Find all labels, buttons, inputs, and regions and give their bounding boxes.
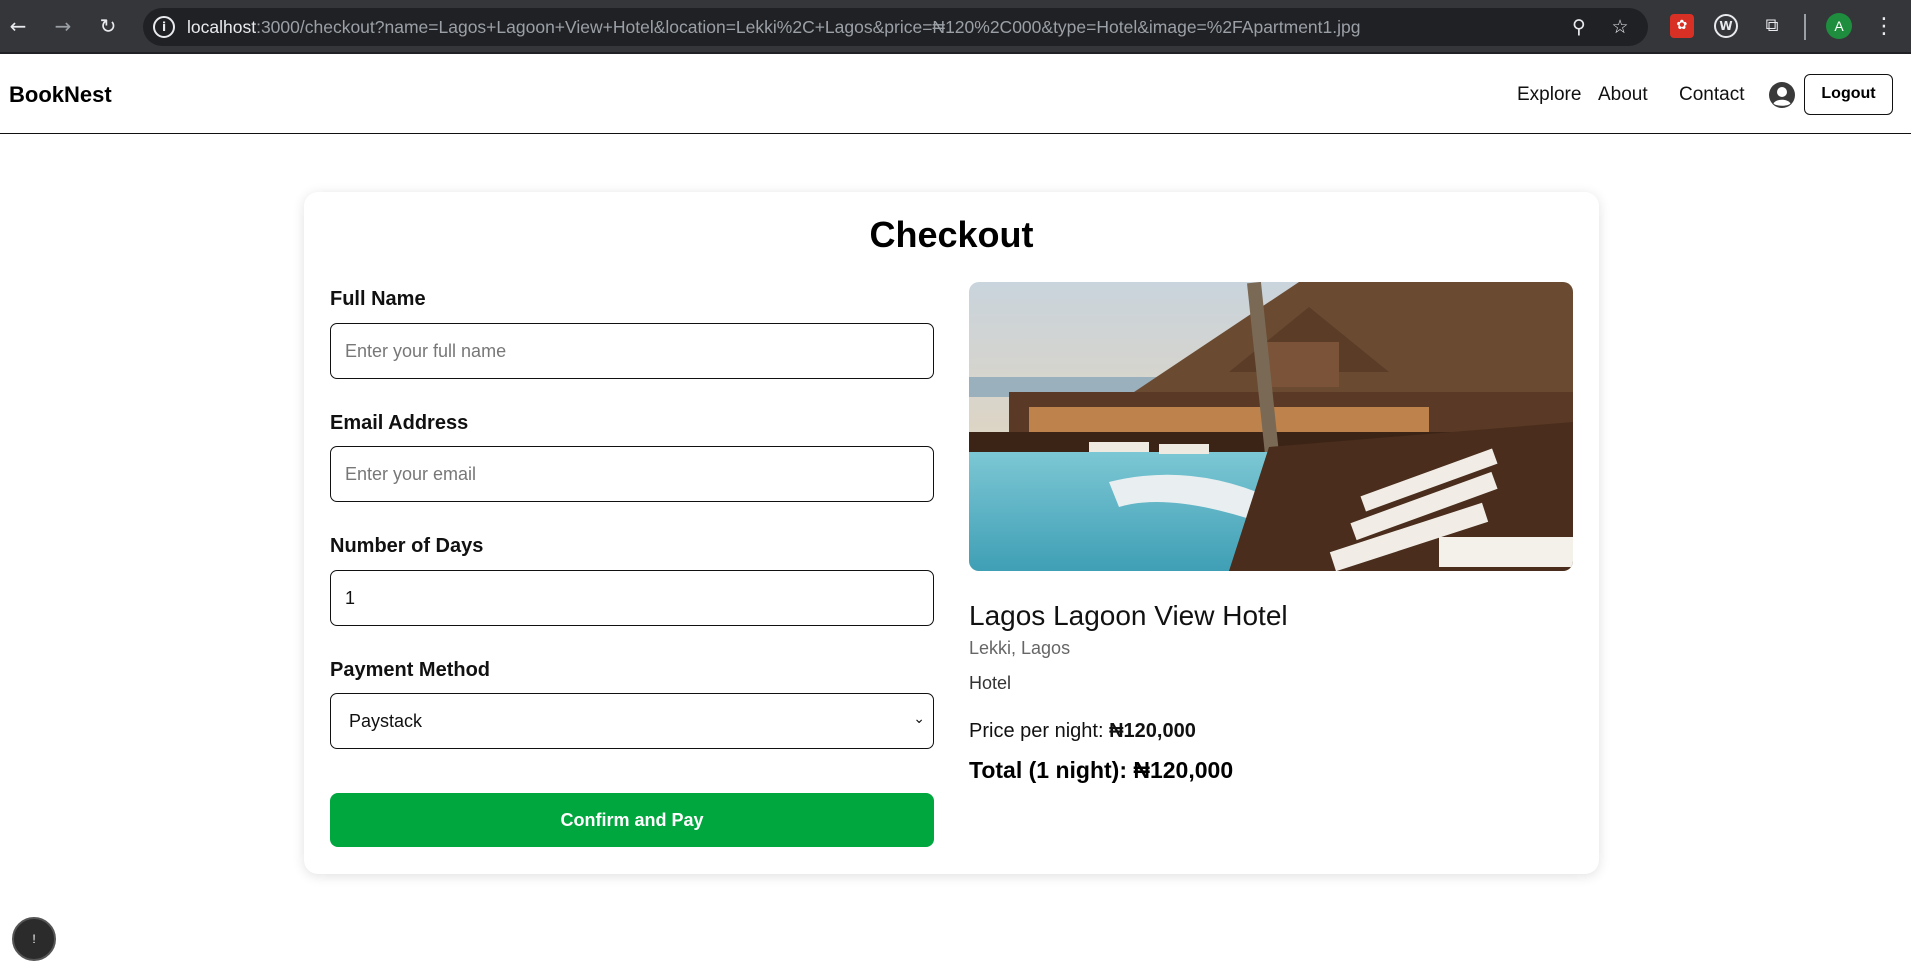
back-icon[interactable]: ← (6, 14, 30, 38)
puzzle-icon[interactable]: ⧉ (1760, 14, 1784, 38)
full-name-label: Full Name (330, 288, 426, 310)
nav-explore[interactable]: Explore (1517, 84, 1581, 106)
browser-toolbar: ← → ↻ i localhost:3000/checkout?name=Lag… (0, 0, 1911, 54)
toolbar-separator (1804, 14, 1806, 40)
email-label: Email Address (330, 412, 469, 434)
forward-icon[interactable]: → (51, 14, 75, 38)
nav-contact[interactable]: Contact (1679, 84, 1744, 106)
logout-button[interactable]: Logout (1804, 74, 1893, 115)
profile-avatar[interactable]: A (1826, 13, 1852, 39)
full-name-input[interactable] (330, 323, 934, 379)
brand-logo[interactable]: BookNest (9, 82, 112, 108)
days-label: Number of Days (330, 535, 484, 557)
page-title: Checkout (869, 214, 1034, 255)
checkout-card: Checkout Full Name Email Address Number … (304, 192, 1599, 874)
address-bar[interactable]: i localhost:3000/checkout?name=Lagos+Lag… (143, 8, 1648, 46)
days-input[interactable] (330, 570, 934, 626)
confirm-pay-button[interactable]: Confirm and Pay (330, 793, 934, 847)
email-input[interactable] (330, 446, 934, 502)
payment-method-select[interactable]: Paystack ⌄ (330, 693, 934, 749)
site-header: BookNest Explore About Contact Logout (0, 56, 1911, 134)
extension-red-icon[interactable]: ✿ (1670, 14, 1694, 38)
menu-icon[interactable]: ⋮ (1872, 12, 1896, 40)
price-per-night: Price per night: ₦120,000 (969, 720, 1196, 742)
hotel-location: Lekki, Lagos (969, 638, 1071, 658)
reload-icon[interactable]: ↻ (96, 14, 120, 38)
url-text[interactable]: localhost:3000/checkout?name=Lagos+Lagoo… (187, 17, 1360, 38)
info-icon[interactable]: i (153, 16, 175, 38)
payment-label: Payment Method (330, 659, 491, 681)
total-price: Total (1 night): ₦120,000 (969, 757, 1234, 783)
hotel-name: Lagos Lagoon View Hotel (969, 600, 1288, 631)
hotel-photo (969, 282, 1573, 571)
user-account-icon[interactable] (1768, 81, 1796, 109)
payment-method-value: Paystack (349, 711, 423, 731)
star-icon[interactable]: ☆ (1609, 16, 1631, 38)
floating-action-button[interactable]: ! (12, 917, 56, 961)
chevron-down-icon: ⌄ (913, 711, 925, 727)
nav-about[interactable]: About (1598, 84, 1648, 106)
zoom-icon[interactable]: ⚲ (1568, 16, 1590, 38)
hotel-type: Hotel (969, 673, 1012, 693)
extension-w-icon[interactable]: W (1714, 14, 1738, 38)
